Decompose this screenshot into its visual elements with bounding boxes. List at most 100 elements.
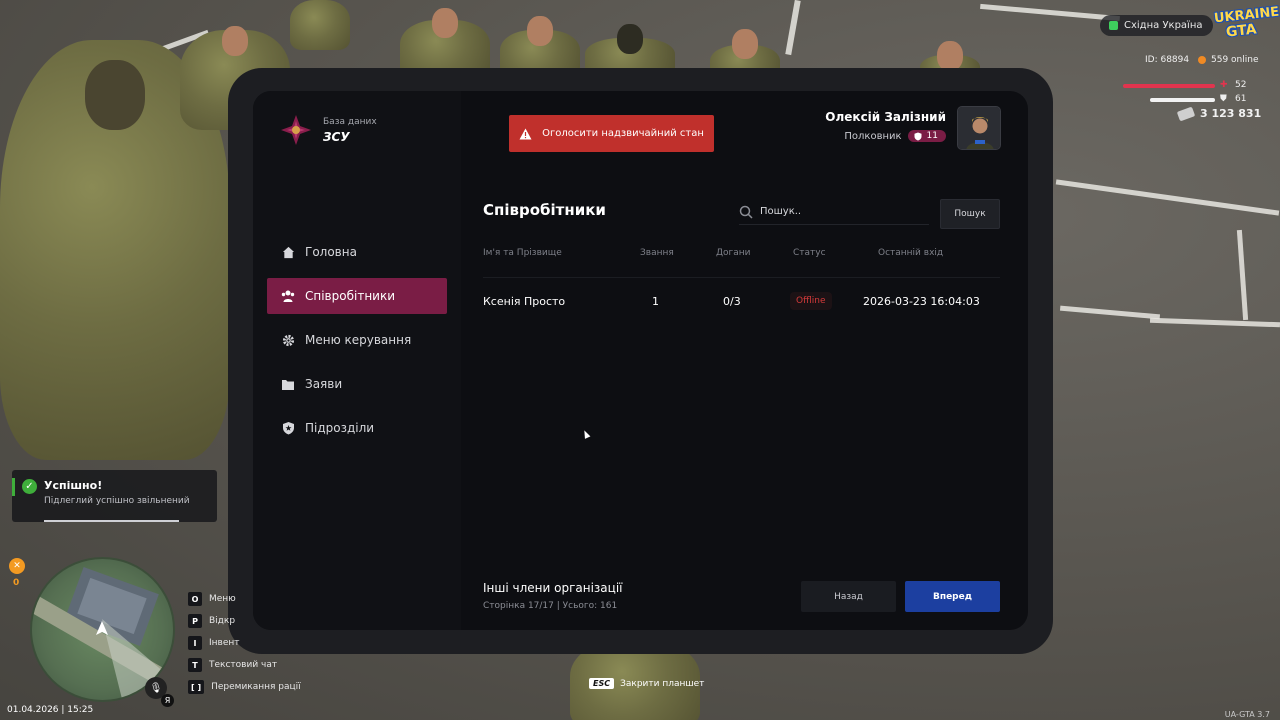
- tablet-screen: База даних ЗСУ Головна Співробітники Мен…: [253, 91, 1028, 630]
- sidebar-item-label: Меню керування: [305, 333, 412, 347]
- search-input[interactable]: [760, 206, 920, 217]
- esc-key: ESC: [589, 678, 615, 689]
- keybind-row: I Інвент: [188, 632, 301, 654]
- search-icon: [739, 205, 753, 219]
- close-tablet-label: Закрити планшет: [620, 678, 705, 689]
- user-rank: Полковник: [844, 130, 902, 142]
- keybind-row: [ ] Перемикання рації: [188, 676, 301, 698]
- language-indicator: Я: [161, 694, 174, 707]
- org-title: ЗСУ: [323, 129, 350, 144]
- sidebar-nav: Головна Співробітники Меню керування Зая…: [267, 234, 447, 454]
- rank-badge: 11: [907, 130, 946, 142]
- warning-icon: [519, 128, 532, 139]
- column-header-last-login: Останній вхід: [878, 248, 944, 258]
- armor-bar: [1150, 98, 1215, 102]
- declare-emergency-label: Оголосити надзвичайний стан: [542, 128, 704, 139]
- sidebar-item-units[interactable]: Підрозділи: [267, 410, 447, 446]
- cell-name: Ксенія Просто: [483, 295, 566, 308]
- page-title: Співробітники: [483, 201, 606, 219]
- pagination-info: Сторінка 17/17 | Усього: 161: [483, 601, 618, 611]
- keybind-label: Відкр: [209, 616, 236, 626]
- logo-text-bottom: GTA: [1225, 21, 1258, 41]
- hunger-icon: ✕: [9, 558, 25, 574]
- back-button[interactable]: Назад: [801, 581, 896, 612]
- sidebar-item-label: Співробітники: [305, 289, 396, 303]
- key-cap: P: [188, 614, 202, 628]
- avatar[interactable]: [957, 106, 1001, 150]
- home-icon: [281, 245, 295, 259]
- armor-value: 61: [1235, 94, 1247, 104]
- keybind-label: Перемикання рації: [211, 682, 301, 692]
- hunger-value: 0: [13, 578, 20, 588]
- next-button[interactable]: Вперед: [905, 581, 1000, 612]
- table-divider: [483, 277, 1000, 278]
- sidebar-item-label: Заяви: [305, 377, 343, 391]
- rank-level: 11: [926, 131, 938, 141]
- column-header-rank: Звання: [640, 248, 674, 258]
- close-tablet-hint: ESC Закрити планшет: [589, 678, 704, 689]
- success-toast: ✓ Успішно! Підлеглий успішно звільнений: [12, 470, 217, 522]
- key-cap: O: [188, 592, 202, 606]
- online-count: 559 online: [1198, 55, 1259, 65]
- keybind-label: Текстовий чат: [209, 660, 278, 670]
- cell-reprimands: 0/3: [723, 295, 741, 308]
- declare-emergency-button[interactable]: Оголосити надзвичайний стан: [509, 115, 714, 152]
- key-cap: I: [188, 636, 202, 650]
- player-id: ID: 68894: [1145, 55, 1190, 65]
- org-subtitle: База даних: [323, 116, 377, 127]
- user-rank-row: Полковник 11: [844, 130, 946, 142]
- cell-last-login: 2026-03-23 16:04:03: [863, 295, 980, 308]
- gear-icon: [281, 333, 295, 347]
- health-cross-icon: ✚: [1220, 80, 1228, 90]
- column-header-reprimands: Догани: [716, 248, 751, 258]
- region-label: Східна Україна: [1124, 20, 1203, 31]
- date-time: 01.04.2026 | 15:25: [7, 705, 94, 715]
- sidebar-item-applications[interactable]: Заяви: [267, 366, 447, 402]
- shield-icon: [281, 421, 295, 435]
- online-dot-icon: [1198, 56, 1206, 64]
- toast-title: Успішно!: [44, 479, 103, 492]
- check-icon: ✓: [22, 479, 37, 494]
- cash-icon: [1176, 106, 1196, 121]
- column-header-name: Ім'я та Прізвище: [483, 248, 562, 258]
- health-value: 52: [1235, 80, 1247, 90]
- footer-title: Інші члени організації: [483, 581, 623, 595]
- cell-rank: 1: [652, 295, 659, 308]
- sidebar-item-label: Підрозділи: [305, 421, 375, 435]
- column-header-status: Статус: [793, 248, 826, 258]
- keybind-label: Меню: [209, 594, 236, 604]
- money-display: 3 123 831: [1176, 106, 1262, 121]
- search-button[interactable]: Пошук: [940, 199, 1000, 229]
- org-header: База даних ЗСУ: [280, 114, 377, 146]
- toast-progress: [44, 520, 179, 522]
- key-cap: [ ]: [188, 680, 205, 694]
- online-label: 559 online: [1211, 55, 1259, 65]
- sidebar-item-home[interactable]: Головна: [267, 234, 447, 270]
- user-name: Олексій Залізний: [825, 110, 946, 124]
- people-icon: [281, 289, 295, 303]
- key-cap: T: [188, 658, 202, 672]
- keybind-row: T Текстовий чат: [188, 654, 301, 676]
- toast-accent: [12, 478, 15, 496]
- region-indicator: Східна Україна: [1100, 15, 1213, 36]
- sidebar: База даних ЗСУ Головна Співробітники Мен…: [253, 91, 461, 630]
- zsu-emblem-icon: [280, 114, 312, 146]
- search-box: [739, 199, 929, 225]
- folder-icon: [281, 377, 295, 391]
- toast-message: Підлеглий успішно звільнений: [44, 496, 190, 506]
- sidebar-item-label: Головна: [305, 245, 357, 259]
- sidebar-item-employees[interactable]: Співробітники: [267, 278, 447, 314]
- health-bar: [1123, 84, 1215, 88]
- keybind-row: O Меню: [188, 588, 301, 610]
- rank-shield-icon: [914, 132, 922, 140]
- status-badge: Offline: [790, 292, 832, 310]
- keybind-label: Інвент: [209, 638, 240, 648]
- region-shield-icon: [1109, 21, 1118, 30]
- version-label: UA-GTA 3.7: [1224, 710, 1270, 719]
- keybind-row: P Відкр: [188, 610, 301, 632]
- sidebar-item-control-menu[interactable]: Меню керування: [267, 322, 447, 358]
- keybind-hints: O Меню P Відкр I Інвент T Текстовий чат [ ] П…: [188, 588, 301, 698]
- money-amount: 3 123 831: [1200, 107, 1262, 120]
- armor-shield-icon: ⛊: [1220, 94, 1227, 104]
- game-logo: UKRAINE GTA: [1212, 5, 1280, 42]
